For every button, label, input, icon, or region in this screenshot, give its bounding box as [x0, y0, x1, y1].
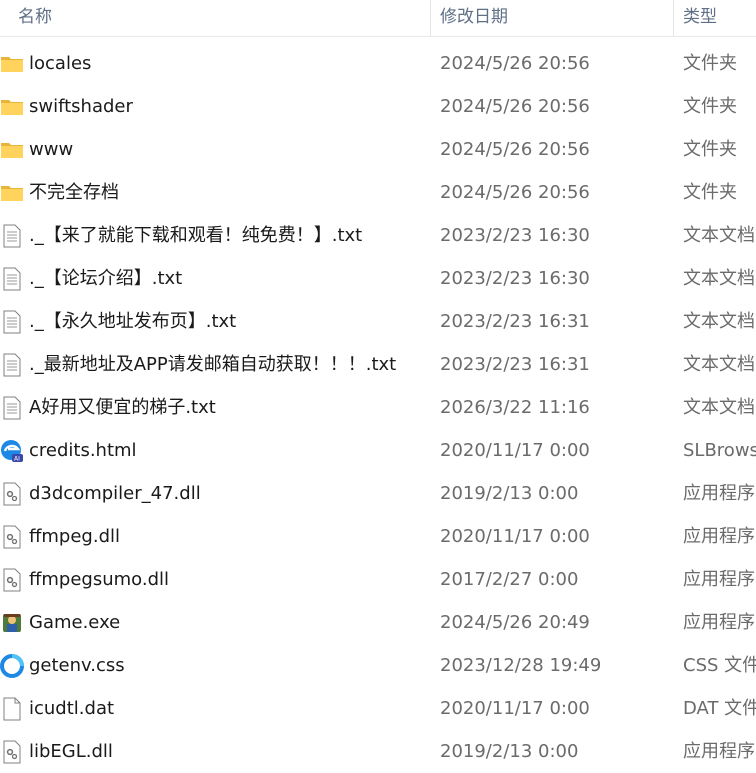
file-row[interactable]: ffmpeg.dll 2020/11/17 0:00 应用程序 [0, 515, 756, 558]
file-type: 文件夹 [683, 182, 737, 203]
browser-html-icon: AI [0, 439, 24, 463]
file-type: 应用程序 [683, 741, 755, 762]
dll-file-icon [0, 740, 24, 764]
file-name: getenv.css [29, 655, 125, 676]
column-header-name[interactable]: 名称 [18, 0, 52, 36]
file-type: 文本文档 [683, 311, 755, 332]
dll-file-icon [0, 482, 24, 506]
file-type: 应用程序 [683, 526, 755, 547]
file-name: Game.exe [29, 612, 121, 633]
file-date: 2023/2/23 16:31 [440, 311, 590, 332]
file-row[interactable]: Game.exe 2024/5/26 20:49 应用程序 [0, 601, 756, 644]
file-date: 2024/5/26 20:56 [440, 96, 590, 117]
file-row[interactable]: locales 2024/5/26 20:56 文件夹 [0, 42, 756, 85]
file-row[interactable]: d3dcompiler_47.dll 2019/2/13 0:00 应用程序 [0, 472, 756, 515]
file-list: locales 2024/5/26 20:56 文件夹 swiftshader … [0, 42, 756, 773]
text-file-icon [0, 396, 24, 420]
file-row[interactable]: ._【来了就能下载和观看！纯免费！】.txt 2023/2/23 16:30 文… [0, 214, 756, 257]
file-name: ffmpegsumo.dll [29, 569, 170, 590]
file-row[interactable]: AI credits.html 2020/11/17 0:00 SLBrowse… [0, 429, 756, 472]
file-row[interactable]: icudtl.dat 2020/11/17 0:00 DAT 文件 [0, 687, 756, 730]
text-file-icon [0, 353, 24, 377]
column-header: ⌃ 名称 修改日期 类型 [0, 0, 756, 37]
file-type: DAT 文件 [683, 698, 756, 719]
blank-file-icon [0, 697, 24, 721]
file-name: ._最新地址及APP请发邮箱自动获取！！！.txt [29, 354, 397, 375]
file-type: 文本文档 [683, 225, 755, 246]
text-file-icon [0, 224, 24, 248]
file-name: credits.html [29, 440, 137, 461]
file-row[interactable]: ._最新地址及APP请发邮箱自动获取！！！.txt 2023/2/23 16:3… [0, 343, 756, 386]
file-name: A好用又便宜的梯子.txt [29, 397, 216, 418]
file-name: d3dcompiler_47.dll [29, 483, 201, 504]
file-date: 2019/2/13 0:00 [440, 483, 579, 504]
file-date: 2024/5/26 20:49 [440, 612, 590, 633]
column-divider[interactable] [673, 0, 674, 36]
file-type: 文件夹 [683, 139, 737, 160]
file-row[interactable]: ._【永久地址发布页】.txt 2023/2/23 16:31 文本文档 [0, 300, 756, 343]
file-type: 文本文档 [683, 268, 755, 289]
sort-caret-icon: ⌃ [216, 0, 226, 7]
file-name: icudtl.dat [29, 698, 115, 719]
file-row[interactable]: getenv.css 2023/12/28 19:49 CSS 文件 [0, 644, 756, 687]
file-row[interactable]: swiftshader 2024/5/26 20:56 文件夹 [0, 85, 756, 128]
folder-icon [0, 181, 24, 205]
file-date: 2023/2/23 16:30 [440, 268, 590, 289]
file-date: 2024/5/26 20:56 [440, 139, 590, 160]
dll-file-icon [0, 568, 24, 592]
svg-text:AI: AI [14, 456, 20, 463]
file-date: 2017/2/27 0:00 [440, 569, 579, 590]
file-type: 文本文档 [683, 397, 755, 418]
file-date: 2026/3/22 11:16 [440, 397, 590, 418]
column-divider[interactable] [430, 0, 431, 36]
file-date: 2023/12/28 19:49 [440, 655, 602, 676]
file-name: www [29, 139, 74, 160]
file-date: 2024/5/26 20:56 [440, 53, 590, 74]
column-header-type[interactable]: 类型 [683, 0, 717, 36]
css-file-icon [0, 654, 24, 678]
file-date: 2020/11/17 0:00 [440, 526, 590, 547]
file-date: 2019/2/13 0:00 [440, 741, 579, 762]
file-date: 2020/11/17 0:00 [440, 440, 590, 461]
file-name: ._【论坛介绍】.txt [29, 268, 183, 289]
file-type: 应用程序 [683, 612, 755, 633]
file-row[interactable]: ._【论坛介绍】.txt 2023/2/23 16:30 文本文档 [0, 257, 756, 300]
file-type: 文件夹 [683, 96, 737, 117]
file-row[interactable]: ffmpegsumo.dll 2017/2/27 0:00 应用程序 [0, 558, 756, 601]
file-type: CSS 文件 [683, 655, 756, 676]
file-row[interactable]: 不完全存档 2024/5/26 20:56 文件夹 [0, 171, 756, 214]
file-type: 应用程序 [683, 569, 755, 590]
file-date: 2023/2/23 16:30 [440, 225, 590, 246]
file-type: 文本文档 [683, 354, 755, 375]
file-name: 不完全存档 [29, 182, 119, 203]
text-file-icon [0, 310, 24, 334]
dll-file-icon [0, 525, 24, 549]
file-name: swiftshader [29, 96, 133, 117]
file-date: 2023/2/23 16:31 [440, 354, 590, 375]
file-date: 2020/11/17 0:00 [440, 698, 590, 719]
file-row[interactable]: A好用又便宜的梯子.txt 2026/3/22 11:16 文本文档 [0, 386, 756, 429]
file-name: ._【来了就能下载和观看！纯免费！】.txt [29, 225, 363, 246]
text-file-icon [0, 267, 24, 291]
folder-icon [0, 52, 24, 76]
game-exe-icon [0, 611, 24, 635]
file-name: ffmpeg.dll [29, 526, 121, 547]
file-name: libEGL.dll [29, 741, 113, 762]
folder-icon [0, 95, 24, 119]
file-type: 文件夹 [683, 53, 737, 74]
file-name: ._【永久地址发布页】.txt [29, 311, 237, 332]
file-name: locales [29, 53, 92, 74]
file-row[interactable]: www 2024/5/26 20:56 文件夹 [0, 128, 756, 171]
column-header-date[interactable]: 修改日期 [440, 0, 508, 36]
file-row[interactable]: libEGL.dll 2019/2/13 0:00 应用程序 [0, 730, 756, 773]
folder-icon [0, 138, 24, 162]
file-date: 2024/5/26 20:56 [440, 182, 590, 203]
file-type: 应用程序 [683, 483, 755, 504]
file-type: SLBrowser [683, 440, 756, 461]
